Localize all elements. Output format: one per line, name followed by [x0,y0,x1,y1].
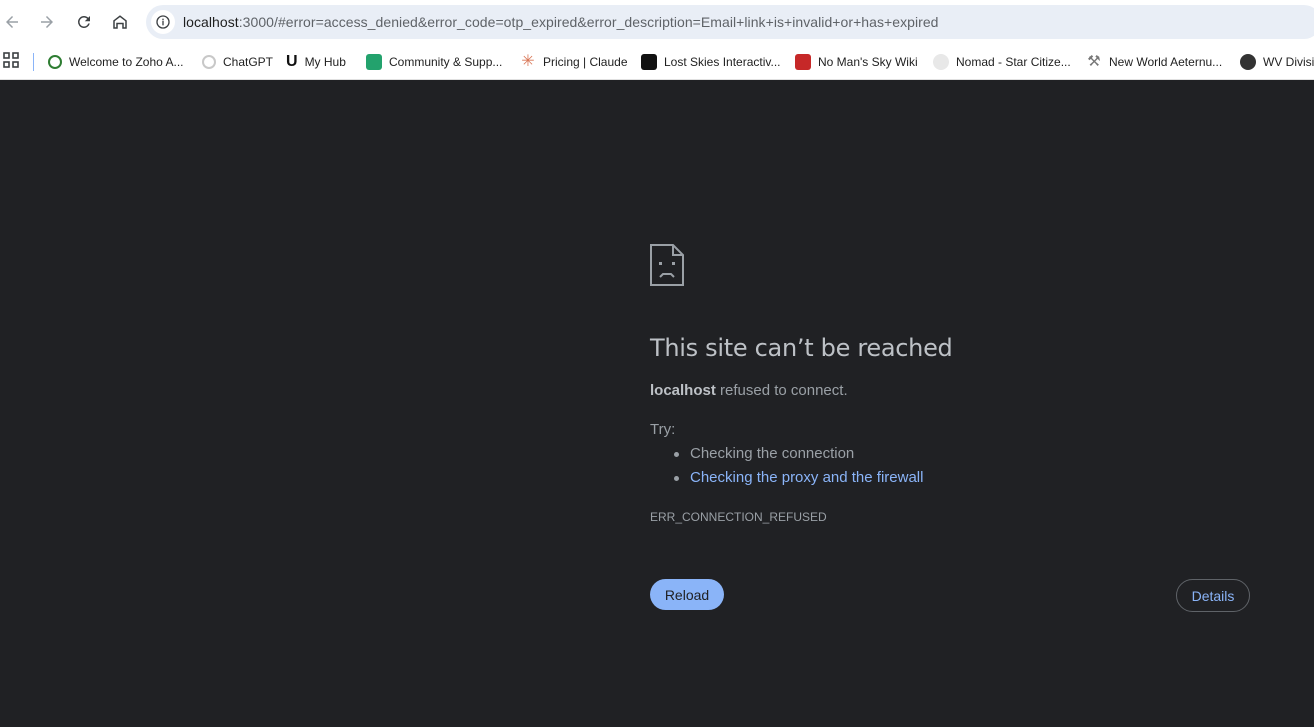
bookmarks-bar: Welcome to Zoho A... ChatGPT U My Hub Co… [0,44,1314,80]
bookmark-label: Community & Supp... [389,55,503,69]
site-info-button[interactable] [151,10,175,34]
url-text[interactable]: localhost:3000/#error=access_denied&erro… [183,14,939,30]
new-world-icon: ⚒ [1087,53,1101,70]
reload-icon [77,15,90,28]
bookmark-lost-skies[interactable]: Lost Skies Interactiv... [641,51,781,73]
bookmark-label: No Man's Sky Wiki [818,55,918,69]
reload-button[interactable]: Reload [650,579,724,610]
suggestion-check-connection: Checking the connection [650,444,923,468]
bookmark-label: My Hub [304,55,346,69]
back-arrow-icon [6,16,18,28]
hub-icon: U [286,53,298,70]
url-path: :3000/#error=access_denied&error_code=ot… [238,14,939,30]
bookmark-wv-division[interactable]: WV Divisi [1240,51,1314,73]
error-message: localhost refused to connect. [650,382,848,399]
forward-arrow-icon [41,16,53,28]
community-icon [366,54,382,70]
bookmark-zoho[interactable]: Welcome to Zoho A... [48,51,184,73]
apps-grid-icon[interactable] [3,52,19,68]
error-title: This site can’t be reached [650,334,953,362]
sad-page-icon [650,244,684,286]
info-icon [156,15,170,29]
bookmark-nms-wiki[interactable]: No Man's Sky Wiki [795,51,918,73]
url-host: localhost [183,14,239,30]
bookmark-label: ChatGPT [223,55,274,69]
star-citizen-icon [933,54,949,70]
error-code: ERR_CONNECTION_REFUSED [650,510,827,524]
globe-icon [1240,54,1256,70]
nms-wiki-icon [795,54,811,70]
home-button[interactable] [104,6,136,38]
bookmark-label: New World Aeternu... [1109,55,1223,69]
bookmark-star-citizen[interactable]: Nomad - Star Citize... [933,51,1071,73]
suggestion-check-proxy-link[interactable]: Checking the proxy and the firewall [650,468,923,492]
reload-page-button[interactable] [68,6,100,38]
forward-button[interactable] [31,6,63,38]
lost-skies-icon [641,54,657,70]
claude-icon: ✳ [521,53,535,70]
bookmark-claude[interactable]: ✳ Pricing | Claude [520,51,628,73]
try-label: Try: [650,421,676,438]
bookmark-label: Welcome to Zoho A... [69,55,184,69]
suggestions-list: Checking the connection Checking the pro… [650,444,923,492]
error-host: localhost [650,382,716,399]
chatgpt-icon [202,55,216,69]
bookmark-my-hub[interactable]: U My Hub [286,51,346,73]
error-page: This site can’t be reached localhost ref… [0,80,1314,727]
bookmarks-separator [33,53,34,71]
bookmark-label: Pricing | Claude [543,55,628,69]
zoho-icon [48,55,62,69]
error-message-text: refused to connect. [715,382,848,399]
bookmark-label: Nomad - Star Citize... [956,55,1071,69]
bookmark-label: Lost Skies Interactiv... [664,55,781,69]
home-icon [113,15,127,29]
bookmark-community[interactable]: Community & Supp... [366,51,502,73]
bookmark-label: WV Divisi [1263,55,1314,69]
bookmark-new-world[interactable]: ⚒ New World Aeternu... [1086,51,1222,73]
address-bar[interactable]: localhost:3000/#error=access_denied&erro… [146,5,1314,39]
bookmark-chatgpt[interactable]: ChatGPT [202,51,273,73]
back-button[interactable] [0,6,28,38]
details-button[interactable]: Details [1176,579,1250,612]
browser-toolbar: localhost:3000/#error=access_denied&erro… [0,0,1314,44]
